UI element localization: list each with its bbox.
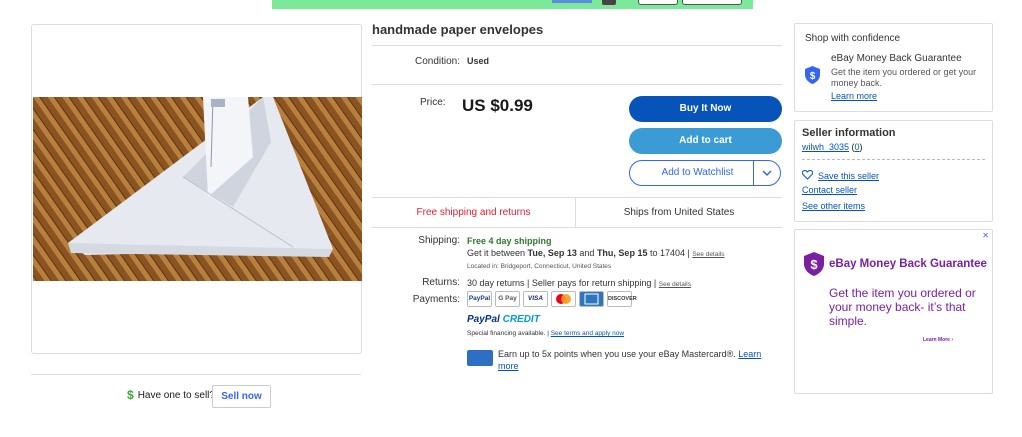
top-ad-banner[interactable] xyxy=(272,0,753,9)
financing-info: Special financing available. | See terms… xyxy=(467,330,624,337)
shop-with-confidence-panel: Shop with confidence eBay Money Back Gua… xyxy=(794,23,993,112)
free-shipping-returns: Free shipping and returns xyxy=(372,198,576,227)
money-back-ad[interactable]: ✕ $ eBay Money Back Guarantee Get the it… xyxy=(794,229,993,394)
mastercard-promo-text: Earn up to 5x points when you use your e… xyxy=(498,349,739,359)
paypal-credit-word-2: CREDIT xyxy=(502,314,540,325)
price-label: Price: xyxy=(420,97,446,108)
banner-decoration xyxy=(682,0,742,5)
divider xyxy=(372,45,782,46)
delivery-prefix: Get it between xyxy=(467,248,528,258)
visa-icon: VISA xyxy=(523,291,548,307)
add-to-cart-button[interactable]: Add to cart xyxy=(629,128,782,154)
shipping-headline: Free 4 day shipping xyxy=(467,236,552,246)
svg-text:$: $ xyxy=(810,257,818,272)
shipping-details: Free 4 day shipping Get it between Tue, … xyxy=(467,235,777,273)
ad-close-icon[interactable]: ✕ xyxy=(982,231,989,240)
contact-seller-link[interactable]: Contact seller xyxy=(802,185,857,195)
sell-now-button[interactable]: Sell now xyxy=(212,385,271,408)
financing-terms-link[interactable]: See terms and apply now xyxy=(551,330,624,337)
heart-icon[interactable] xyxy=(801,169,814,182)
google-pay-icon: G Pay xyxy=(495,291,520,307)
shield-icon: $ xyxy=(805,66,820,84)
have-one-to-sell: $ Have one to sell? xyxy=(127,388,215,402)
mastercard-icon xyxy=(551,291,576,307)
returns-text: 30 day returns | Seller pays for return … xyxy=(467,278,659,288)
svg-text:$: $ xyxy=(810,71,816,82)
ad-learn-more[interactable]: Learn More › xyxy=(923,337,953,343)
ad-shield-icon: $ xyxy=(804,252,824,279)
delivery-estimate: Get it between Tue, Sep 13 and Thu, Sep … xyxy=(467,247,777,261)
condition-label: Condition: xyxy=(414,56,460,67)
guarantee-text: Get the item you ordered or get your mon… xyxy=(831,67,977,88)
item-photo[interactable] xyxy=(33,97,362,281)
banner-decoration xyxy=(552,0,592,3)
item-location: Located in: Bridgeport, Connecticut, Uni… xyxy=(467,263,612,270)
ships-from: Ships from United States xyxy=(623,207,735,218)
financing-text: Special financing available. | xyxy=(467,330,551,337)
delivery-to: to 17404 | xyxy=(647,248,693,258)
banner-decoration xyxy=(638,0,678,5)
item-image-panel[interactable] xyxy=(31,24,362,354)
save-seller[interactable]: Save this seller xyxy=(801,169,879,182)
seller-username-link[interactable]: wilwh_3035 xyxy=(802,142,849,152)
guarantee-title: eBay Money Back Guarantee xyxy=(831,53,962,64)
ad-body: Get the item you ordered or your money b… xyxy=(829,286,976,328)
paypal-credit-logo: PayPal CREDIT xyxy=(467,314,540,325)
payments-label: Payments: xyxy=(412,294,460,305)
condition-value: Used xyxy=(467,56,490,66)
returns-see-details-link[interactable]: See details xyxy=(659,281,691,288)
paypal-icon: PayPal xyxy=(467,291,492,307)
ebay-mastercard-icon xyxy=(467,350,493,366)
delivery-start: Tue, Sep 13 xyxy=(527,248,577,258)
returns-details: 30 day returns | Seller pays for return … xyxy=(467,277,691,291)
discover-icon: DISCOVER xyxy=(607,291,637,307)
divider xyxy=(372,84,782,85)
shipping-label: Shipping: xyxy=(418,235,460,246)
divider xyxy=(802,159,985,160)
add-to-watchlist-label[interactable]: Add to Watchlist xyxy=(630,161,754,185)
mastercard-promo: Earn up to 5x points when you use your e… xyxy=(498,348,773,372)
paypal-credit-word-1: PayPal xyxy=(467,314,500,325)
returns-label: Returns: xyxy=(422,277,460,288)
feedback-close: ) xyxy=(859,142,863,152)
delivery-end: Thu, Sep 15 xyxy=(596,248,648,258)
delivery-and: and xyxy=(576,248,597,258)
price-value: US $0.99 xyxy=(462,96,533,115)
see-other-items-link[interactable]: See other items xyxy=(802,201,865,211)
payment-logos: PayPal G Pay VISA DISCOVER xyxy=(467,291,637,307)
seller-id: wilwh_3035 (0) xyxy=(802,142,863,152)
confidence-heading: Shop with confidence xyxy=(805,33,901,44)
buy-it-now-button[interactable]: Buy It Now xyxy=(629,96,782,122)
save-seller-link[interactable]: Save this seller xyxy=(818,171,879,181)
add-to-watchlist-button[interactable]: Add to Watchlist xyxy=(629,160,781,186)
item-title: handmade paper envelopes xyxy=(372,22,544,37)
confidence-learn-more-link[interactable]: Learn more xyxy=(831,91,877,101)
banner-decoration xyxy=(602,0,616,5)
chevron-down-icon[interactable] xyxy=(754,161,780,185)
amex-icon xyxy=(579,291,604,307)
shipping-summary-bar: Free shipping and returns Ships from Uni… xyxy=(372,197,782,228)
divider xyxy=(31,374,361,375)
shipping-see-details-link[interactable]: See details xyxy=(692,251,724,258)
dollar-icon: $ xyxy=(127,388,134,402)
seller-heading: Seller information xyxy=(802,127,896,139)
have-one-label: Have one to sell? xyxy=(137,389,215,401)
ad-title: eBay Money Back Guarantee xyxy=(829,258,987,270)
seller-information-panel: Seller information wilwh_3035 (0) Save t… xyxy=(794,120,993,222)
